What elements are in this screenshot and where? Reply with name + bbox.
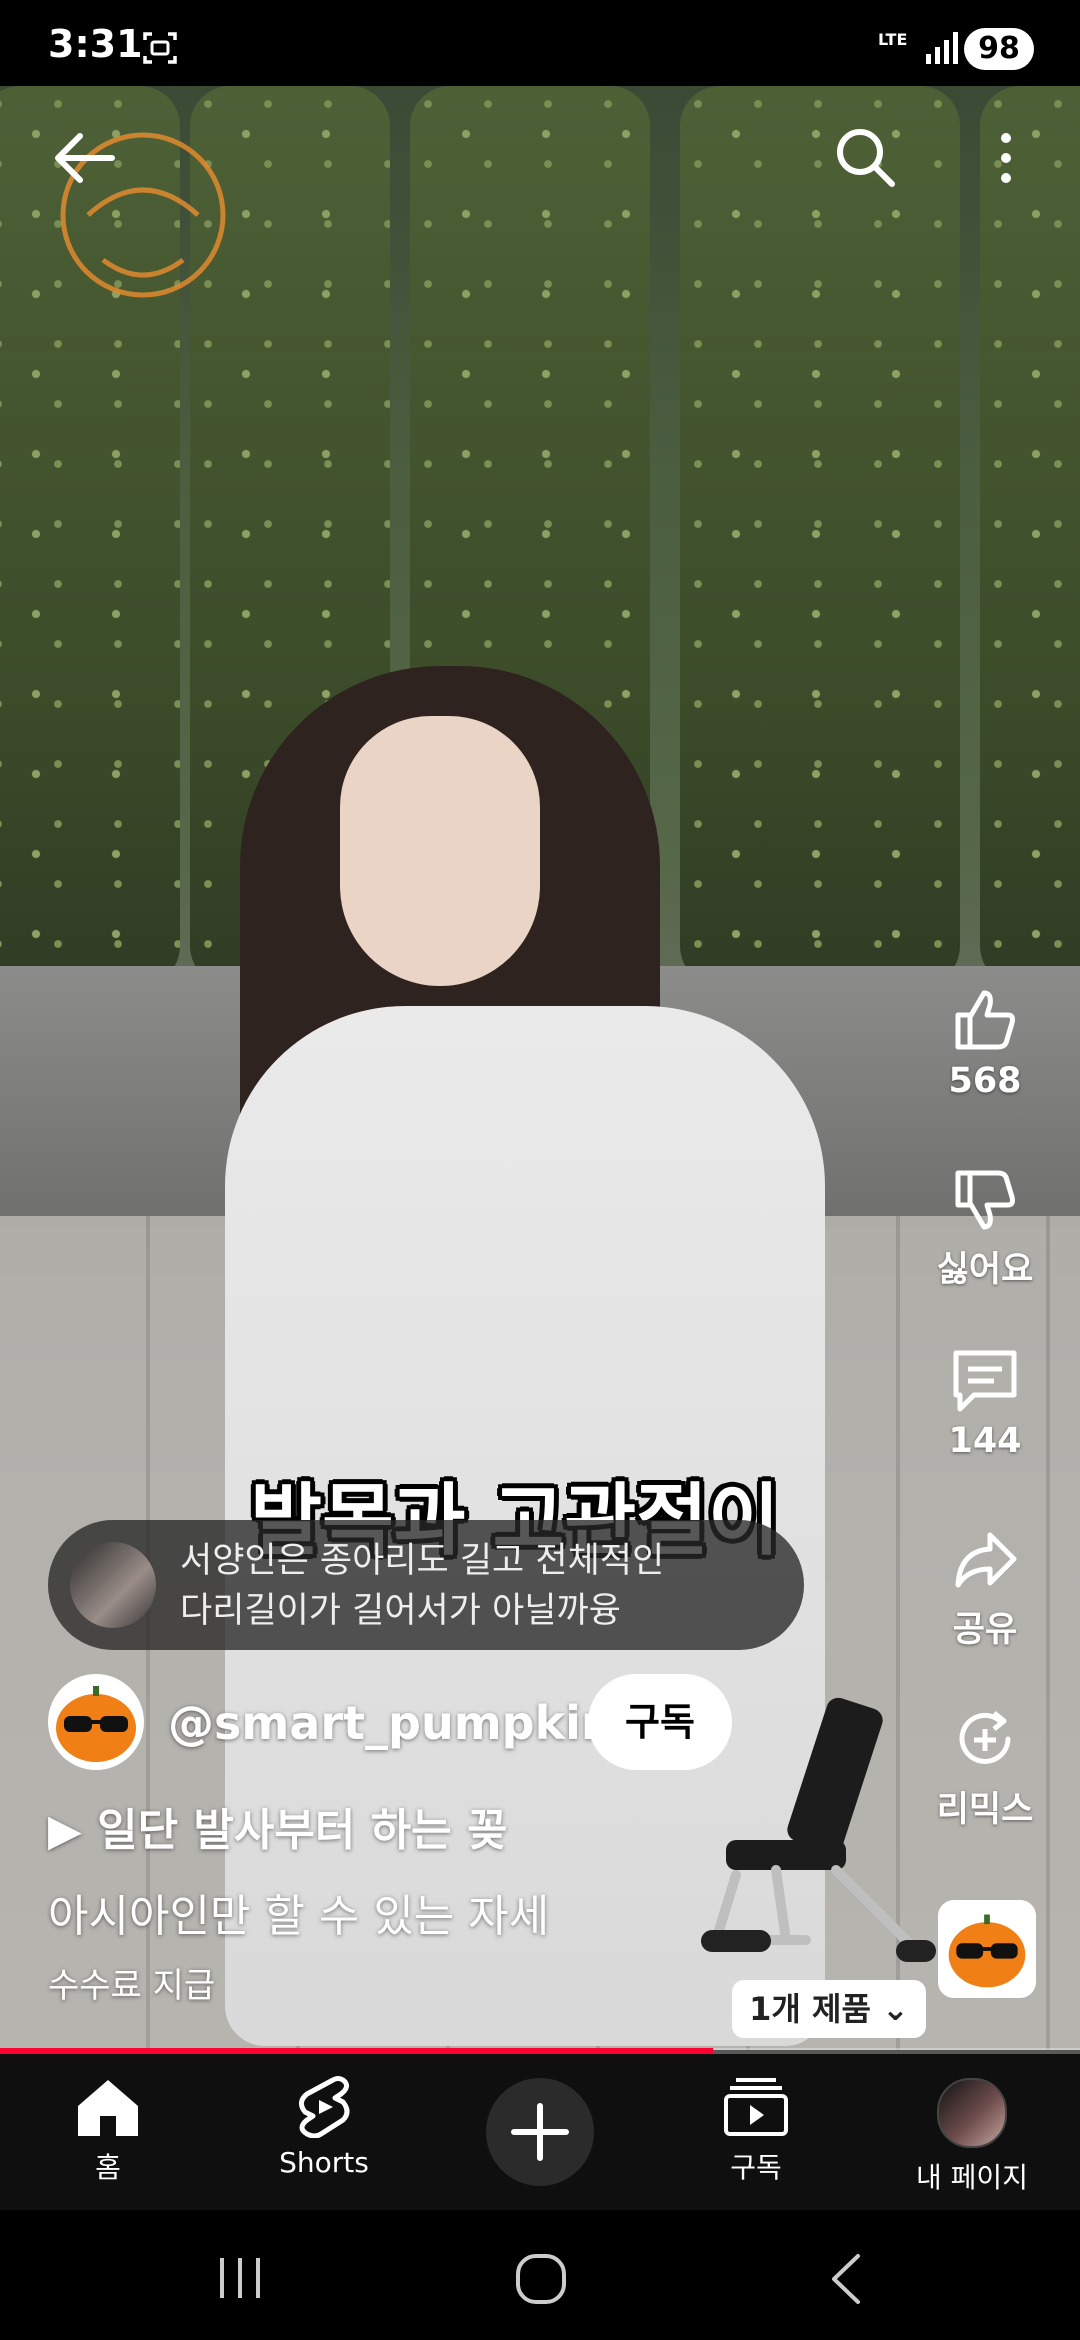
nav-subscriptions-label: 구독 <box>730 2151 782 2184</box>
comments-button[interactable]: 144 <box>900 1345 1070 1461</box>
video-title[interactable]: 아시아인만 할 수 있는 자세 <box>48 1880 549 1944</box>
plus-icon <box>511 2103 569 2161</box>
pumpkin-sunglasses-icon <box>56 1686 136 1762</box>
profile-avatar <box>937 2078 1007 2148</box>
thumbs-up-icon <box>955 990 1015 1050</box>
nav-home-label: 홈 <box>95 2151 121 2184</box>
commenter-avatar <box>70 1542 156 1628</box>
hedge-background <box>980 86 1080 986</box>
music-title[interactable]: ▶ 일단 발사부터 하는 꽂 <box>48 1794 507 1858</box>
share-button[interactable]: 공유 <box>900 1525 1070 1652</box>
bottom-navigation: 홈 Shorts 구독 내 페이지 <box>0 2054 1080 2210</box>
status-bar: 3:31 LTE 98 <box>0 0 1080 86</box>
shorts-icon <box>299 2076 350 2138</box>
channel-handle[interactable]: @smart_pumpkin <box>168 1696 614 1750</box>
nav-shorts[interactable]: Shorts <box>224 2064 424 2179</box>
back-button[interactable] <box>50 128 120 188</box>
product-chip[interactable]: 1개 제품 ⌄ <box>732 1980 926 2038</box>
nav-home[interactable]: 홈 <box>8 2064 208 2186</box>
back-system-icon[interactable] <box>826 2252 866 2306</box>
system-navigation-bar <box>0 2210 1080 2340</box>
comment-line-1: 서양인은 종아리도 길고 전체적인 <box>180 1541 665 1581</box>
remix-icon <box>959 1711 1011 1764</box>
battery-indicator: 98 <box>964 28 1034 70</box>
nav-shorts-label: Shorts <box>279 2146 369 2179</box>
remix-sound-thumbnail[interactable] <box>938 1900 1036 1998</box>
person-face <box>340 716 540 986</box>
product-bench-image[interactable] <box>696 1690 946 1990</box>
comment-line-2: 다리길이가 길어서가 아닐까융 <box>180 1591 621 1631</box>
dislike-label: 싫어요 <box>936 1250 1034 1290</box>
thumbs-down-icon <box>955 1170 1015 1230</box>
nav-subscriptions[interactable]: 구독 <box>656 2064 856 2186</box>
subscriptions-icon <box>724 2078 788 2136</box>
home-icon <box>78 2080 138 2136</box>
share-label: 공유 <box>952 1610 1018 1650</box>
create-button[interactable] <box>486 2078 594 2186</box>
comment-count: 144 <box>948 1421 1022 1461</box>
like-count: 568 <box>948 1061 1022 1101</box>
hedge-background <box>680 86 960 986</box>
screenshot-icon <box>143 32 177 64</box>
network-type-label: LTE <box>878 30 908 49</box>
pumpkin-sunglasses-icon <box>948 1914 1026 1988</box>
search-button[interactable] <box>830 122 900 192</box>
paid-promotion-label: 수수료 지급 <box>48 1966 216 2006</box>
share-icon <box>955 1532 1017 1588</box>
recent-apps-icon[interactable] <box>216 2254 264 2302</box>
nav-my-page-label: 내 페이지 <box>916 2161 1028 2194</box>
like-button[interactable]: 568 <box>900 985 1070 1101</box>
dislike-button[interactable]: 싫어요 <box>900 1165 1070 1292</box>
home-system-icon[interactable] <box>514 2252 568 2306</box>
channel-avatar[interactable] <box>48 1674 144 1770</box>
nav-my-page[interactable]: 내 페이지 <box>872 2064 1072 2196</box>
status-time: 3:31 <box>48 22 143 66</box>
comment-icon <box>953 1350 1017 1412</box>
signal-icon <box>926 32 958 64</box>
comment-preview[interactable]: 서양인은 종아리도 길고 전체적인 다리길이가 길어서가 아닐까융 <box>48 1520 804 1650</box>
more-options-button[interactable] <box>986 128 1026 188</box>
comment-preview-text: 서양인은 종아리도 길고 전체적인 다리길이가 길어서가 아닐까융 <box>180 1536 790 1636</box>
